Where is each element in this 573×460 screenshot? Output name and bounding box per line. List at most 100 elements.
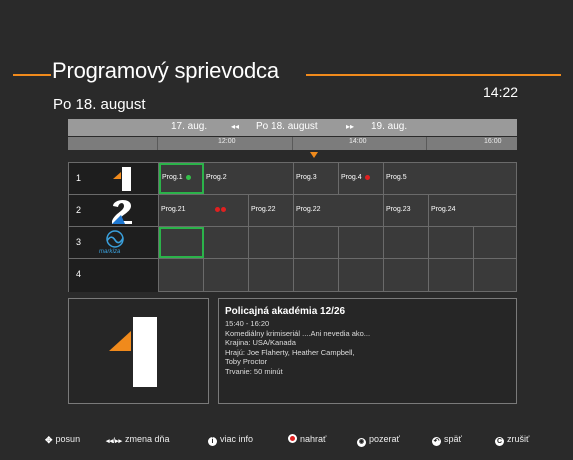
program-cell[interactable] (294, 259, 339, 292)
program-cell[interactable] (204, 259, 249, 292)
markiza-logo-icon (106, 230, 124, 248)
program-cell[interactable]: Prog.21 (159, 195, 249, 226)
four-way-arrow-icon: ✥ (45, 435, 53, 445)
program-cell[interactable] (384, 259, 429, 292)
channel-cell[interactable]: 4 (69, 259, 159, 292)
program-title: Policajná akadémia 12/26 (225, 306, 346, 317)
program-cell[interactable]: Prog.4 (339, 163, 384, 194)
program-cell[interactable]: Prog.22 (249, 195, 294, 226)
move-hint: ✥ posun (45, 434, 80, 445)
record-icon (288, 434, 297, 443)
current-date: Po 18. august (53, 96, 146, 113)
page-title: Programový sprievodca (52, 58, 279, 83)
program-cell[interactable]: Prog.3 (294, 163, 339, 194)
program-cell[interactable] (339, 227, 384, 258)
program-cell[interactable] (249, 227, 294, 258)
program-label: Prog.22 (251, 206, 276, 213)
record-label: nahrať (300, 434, 327, 444)
program-duration: Trvanie: 50 minút (225, 366, 283, 376)
record-icon (364, 174, 370, 180)
program-label: Prog.21 (161, 206, 186, 213)
record-icon (214, 206, 220, 212)
program-cell[interactable]: Prog.24 (429, 195, 516, 226)
channel-number: 1 (76, 173, 82, 183)
time-label: 14:00 (349, 138, 367, 145)
program-cell[interactable]: Prog.5 (384, 163, 516, 194)
program-cell[interactable] (429, 227, 474, 258)
watch-icon: ◉ (357, 438, 366, 447)
program-cell[interactable]: Prog.2 (204, 163, 294, 194)
back-label: späť (444, 434, 462, 444)
program-cell[interactable] (474, 227, 516, 258)
program-label: Prog.3 (296, 174, 317, 181)
next-day-label[interactable]: 19. aug. (371, 121, 407, 132)
program-time: 15:40 - 16:20 (225, 319, 270, 328)
more-info-hint: i viac info (208, 434, 253, 446)
program-cell[interactable] (474, 259, 516, 292)
clock: 14:22 (483, 84, 519, 100)
channel-row: 1 Prog.1 Prog.2 Prog.3 Prog.4 Prog.5 (69, 163, 516, 195)
record-hint: nahrať (288, 434, 326, 444)
program-cell[interactable]: Prog.22 (294, 195, 384, 226)
current-day-label: Po 18. august (256, 121, 318, 132)
program-label: Prog.24 (431, 206, 456, 213)
change-day-hint: ◂◂/▸▸ zmena dňa (106, 434, 170, 446)
cancel-hint: Czrušiť (495, 434, 529, 446)
prev-day-icon[interactable]: ◂◂ (231, 122, 239, 131)
dvojka-logo-icon (112, 199, 132, 224)
program-label: Prog.2 (206, 174, 227, 181)
program-description: Komediálny krimiseriál ....Ani nevedia a… (225, 328, 371, 338)
recording-scheduled-icon (185, 174, 191, 180)
timeline-tick (292, 137, 293, 150)
channel-cell[interactable]: 2 (69, 195, 159, 226)
program-cell[interactable] (159, 227, 204, 258)
watch-label: pozerať (369, 434, 400, 444)
program-label: Prog.23 (386, 206, 411, 213)
back-hint: ↶ späť (432, 434, 462, 446)
program-cell[interactable] (159, 259, 204, 292)
channel-number: 4 (76, 269, 82, 279)
back-icon: ↶ (432, 437, 441, 446)
jednotka-logo-icon (113, 167, 131, 191)
cancel-icon: C (495, 437, 504, 446)
program-label: Prog.1 (162, 174, 183, 181)
channel-row: 3 markíza (69, 227, 516, 259)
channel-number: 3 (76, 237, 82, 247)
timeline-tick (426, 137, 427, 150)
move-label: posun (55, 434, 81, 444)
program-cell[interactable] (249, 259, 294, 292)
watch-hint: ◉ pozerať (357, 434, 400, 447)
program-cell[interactable]: Prog.23 (384, 195, 429, 226)
channel-preview (68, 298, 209, 404)
channel-cell[interactable]: 3 markíza (69, 227, 159, 258)
program-label: Prog.5 (386, 174, 407, 181)
program-cell[interactable]: Prog.1 (159, 163, 204, 194)
next-day-icon[interactable]: ▸▸ (346, 122, 354, 131)
date-navigation-bar[interactable]: 17. aug. ◂◂ Po 18. august ▸▸ 19. aug. (68, 119, 517, 136)
program-cell[interactable] (204, 227, 249, 258)
title-rule-left (13, 74, 51, 76)
epg-screen: Programový sprievodca Po 18. august 14:2… (0, 0, 573, 460)
title-rule-right (306, 74, 561, 76)
channel-cell[interactable]: 1 (69, 163, 159, 194)
program-grid: 1 Prog.1 Prog.2 Prog.3 Prog.4 Prog.5 2 P… (68, 162, 517, 292)
cancel-label: zrušiť (507, 434, 530, 444)
jednotka-large-logo-icon (109, 317, 157, 387)
program-cell[interactable] (429, 259, 474, 292)
program-cell[interactable] (339, 259, 384, 292)
markiza-logo-text: markíza (99, 249, 121, 255)
prev-day-label[interactable]: 17. aug. (171, 121, 207, 132)
channel-number: 2 (76, 205, 82, 215)
program-cell[interactable] (294, 227, 339, 258)
record-icon (220, 206, 226, 212)
skip-arrows-icon: ◂◂/▸▸ (106, 438, 122, 445)
current-time-marker-icon (310, 152, 318, 158)
timeline-tick (157, 137, 158, 150)
program-label: Prog.4 (341, 174, 362, 181)
program-cell[interactable] (384, 227, 429, 258)
time-label: 16:00 (484, 138, 502, 145)
program-cast-continued: Toby Proctor (225, 357, 268, 366)
program-details: Policajná akadémia 12/26 15:40 - 16:20 K… (218, 298, 517, 404)
more-info-label: viac info (220, 434, 254, 444)
time-label: 12:00 (218, 138, 236, 145)
